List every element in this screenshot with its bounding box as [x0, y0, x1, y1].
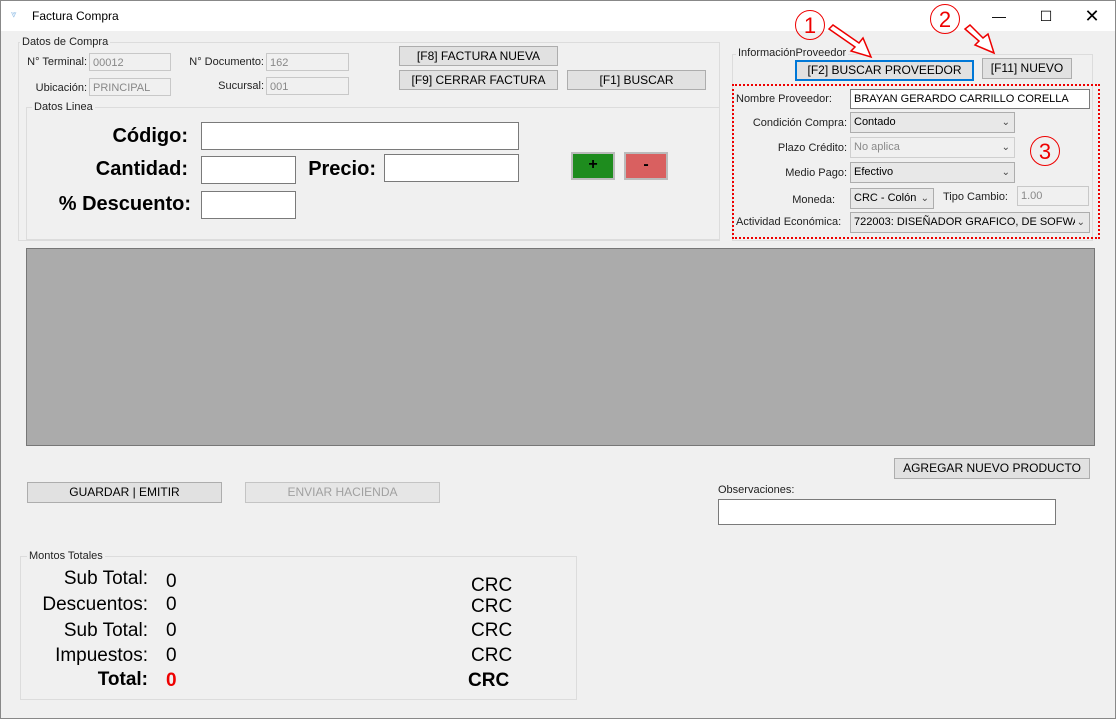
actividad-economica-select[interactable]: 722003: DISEÑADOR GRAFICO, DE SOFWA ⌄	[850, 212, 1090, 233]
enviar-hacienda-button: ENVIAR HACIENDA	[245, 482, 440, 503]
terminal-field: 00012	[89, 53, 171, 71]
datos-linea-label: Datos Linea	[32, 101, 95, 113]
descuentos-currency: CRC	[471, 596, 513, 617]
lines-grid[interactable]	[26, 248, 1095, 446]
chevron-down-icon: ⌄	[1074, 213, 1085, 232]
terminal-label: N° Terminal:	[27, 56, 87, 68]
precio-label: Precio:	[308, 158, 376, 180]
add-line-button[interactable]: +	[571, 152, 615, 180]
moneda-label: Moneda:	[792, 194, 835, 206]
total-label: Total:	[97, 669, 148, 690]
medio-pago-value: Efectivo	[854, 166, 894, 178]
guardar-emitir-button[interactable]: GUARDAR | EMITIR	[27, 482, 222, 503]
cantidad-label: Cantidad:	[95, 158, 188, 180]
medio-pago-select[interactable]: Efectivo ⌄	[850, 162, 1015, 183]
plazo-credito-value: No aplica	[854, 141, 900, 153]
nombre-proveedor-field[interactable]: BRAYAN GERARDO CARRILLO CORELLA	[850, 89, 1090, 109]
impuestos-value: 0	[166, 645, 177, 666]
documento-field: 162	[266, 53, 349, 71]
chevron-down-icon: ⌄	[1001, 117, 1010, 128]
remove-line-button[interactable]: -	[624, 152, 668, 180]
cantidad-input[interactable]	[201, 156, 296, 184]
window: ⩔ Factura Compra — ☐ ✕ Datos de Compra N…	[0, 0, 1116, 719]
descuento-label: % Descuento:	[58, 193, 191, 215]
factura-nueva-button[interactable]: [F8] FACTURA NUEVA	[399, 46, 558, 66]
annotation-number: 2	[930, 4, 960, 34]
buscar-proveedor-button[interactable]: [F2] BUSCAR PROVEEDOR	[795, 60, 974, 81]
condicion-compra-value: Contado	[854, 116, 896, 128]
actividad-economica-label: Actividad Económica:	[736, 216, 842, 228]
subtotal-label: Sub Total:	[63, 568, 148, 589]
nombre-proveedor-label: Nombre Proveedor:	[736, 93, 832, 105]
codigo-input[interactable]	[201, 122, 519, 150]
documento-label: N° Documento:	[189, 56, 264, 68]
precio-input[interactable]	[384, 154, 519, 182]
medio-pago-label: Medio Pago:	[785, 167, 847, 179]
subtotal-value: 0	[166, 571, 177, 592]
nuevo-proveedor-button[interactable]: [F11] NUEVO	[982, 58, 1072, 79]
observaciones-input[interactable]	[718, 499, 1056, 525]
descuentos-value: 0	[166, 594, 177, 615]
close-icon[interactable]: ✕	[1069, 1, 1115, 31]
descuento-input[interactable]	[201, 191, 296, 219]
observaciones-label: Observaciones:	[718, 484, 795, 496]
subtotal-currency: CRC	[471, 575, 513, 596]
codigo-label: Código:	[112, 125, 188, 147]
montos-totales-label: Montos Totales	[27, 550, 105, 562]
plazo-credito-label: Plazo Crédito:	[777, 142, 847, 154]
ubicacion-field: PRINCIPAL	[89, 78, 171, 96]
tipo-cambio-field: 1.00	[1017, 186, 1089, 206]
descuentos-label: Descuentos:	[42, 594, 148, 615]
chevron-down-icon: ⌄	[1001, 167, 1010, 178]
condicion-compra-select[interactable]: Contado ⌄	[850, 112, 1015, 133]
sucursal-label: Sucursal:	[218, 80, 264, 92]
impuestos-currency: CRC	[471, 645, 513, 666]
condicion-compra-label: Condición Compra:	[752, 117, 847, 129]
plazo-credito-select: No aplica ⌄	[850, 137, 1015, 158]
annotation-arrow-icon	[963, 23, 996, 55]
maximize-icon[interactable]: ☐	[1023, 1, 1069, 31]
sucursal-field: 001	[266, 77, 349, 95]
annotation-arrow-icon	[827, 24, 873, 59]
datos-compra-label: Datos de Compra	[20, 36, 111, 48]
moneda-value: CRC - Colón	[854, 192, 917, 204]
actividad-economica-value: 722003: DISEÑADOR GRAFICO, DE SOFWA	[854, 216, 1080, 228]
subtotal2-currency: CRC	[471, 620, 513, 641]
tipo-cambio-label: Tipo Cambio:	[942, 191, 1008, 203]
chevron-down-icon: ⌄	[920, 193, 929, 204]
window-title: Factura Compra	[32, 9, 119, 23]
cerrar-factura-button[interactable]: [F9] CERRAR FACTURA	[399, 70, 558, 90]
impuestos-label: Impuestos:	[55, 645, 148, 666]
annotation-number: 3	[1030, 136, 1060, 166]
buscar-button[interactable]: [F1] BUSCAR	[567, 70, 706, 90]
subtotal2-label: Sub Total:	[63, 620, 148, 641]
chevron-down-icon: ⌄	[1001, 142, 1010, 153]
app-icon: ⩔	[11, 9, 17, 20]
total-currency: CRC	[468, 670, 510, 691]
subtotal2-value: 0	[166, 620, 177, 641]
moneda-select[interactable]: CRC - Colón ⌄	[850, 188, 934, 209]
total-value: 0	[166, 670, 177, 691]
ubicacion-label: Ubicación:	[35, 82, 87, 94]
agregar-producto-button[interactable]: AGREGAR NUEVO PRODUCTO	[894, 458, 1090, 479]
